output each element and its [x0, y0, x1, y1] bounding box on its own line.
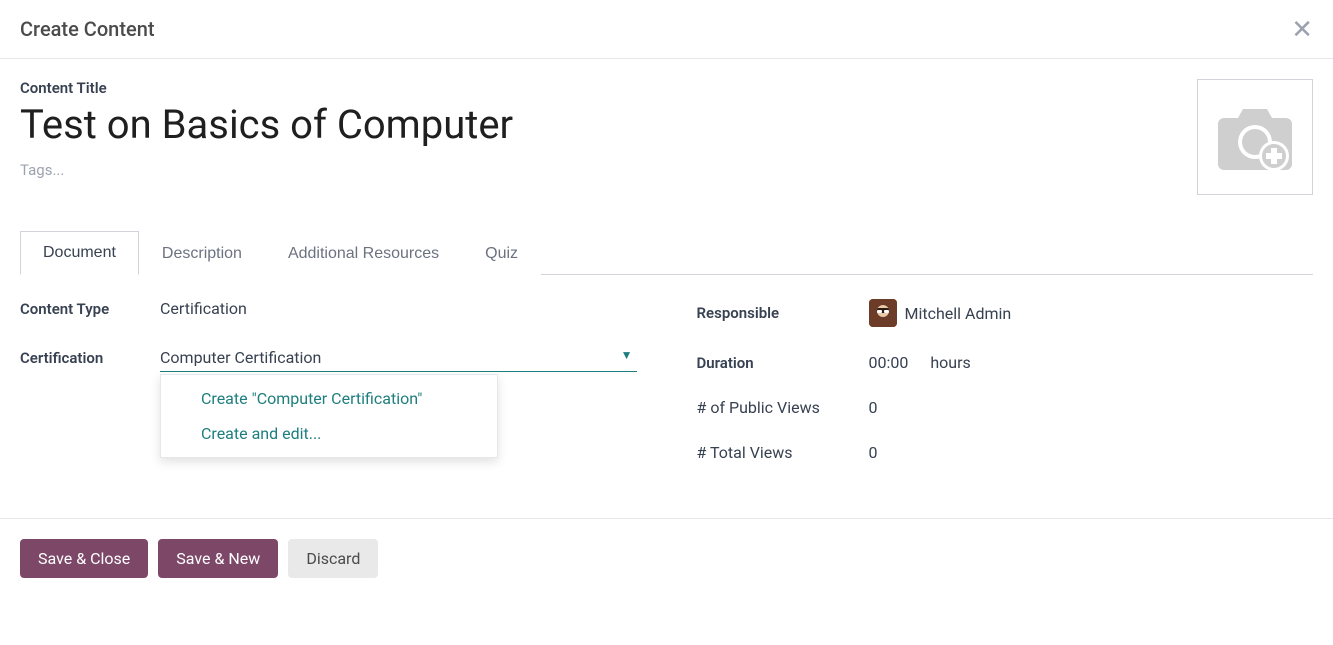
- left-column: Content Type Certification Certification…: [20, 299, 637, 488]
- top-row: Content Title Test on Basics of Computer…: [20, 79, 1313, 195]
- public-views-value: 0: [869, 398, 878, 417]
- content-type-label: Content Type: [20, 300, 160, 318]
- modal-body: Content Title Test on Basics of Computer…: [0, 59, 1333, 508]
- image-upload[interactable]: [1197, 79, 1313, 195]
- tab-quiz[interactable]: Quiz: [462, 231, 541, 275]
- save-new-button[interactable]: Save & New: [158, 539, 278, 578]
- dropdown-create[interactable]: Create "Computer Certification": [161, 381, 497, 416]
- responsible-row: Responsible Mitchell Admin: [697, 299, 1314, 327]
- tags-input[interactable]: Tags...: [20, 161, 1197, 179]
- modal-header: Create Content ✕: [0, 0, 1333, 59]
- total-views-row: # Total Views 0: [697, 443, 1314, 462]
- certification-input-wrap: ▼ Create "Computer Certification" Create…: [160, 344, 637, 372]
- certification-input[interactable]: [160, 344, 637, 372]
- content-title-value[interactable]: Test on Basics of Computer: [20, 101, 1197, 149]
- title-block: Content Title Test on Basics of Computer…: [20, 79, 1197, 179]
- duration-row: Duration 00:00 hours: [697, 353, 1314, 372]
- content-type-row: Content Type Certification: [20, 299, 637, 318]
- duration-value[interactable]: 00:00: [869, 353, 909, 372]
- dropdown-create-edit[interactable]: Create and edit...: [161, 416, 497, 451]
- content-type-value[interactable]: Certification: [160, 299, 247, 318]
- responsible-label: Responsible: [697, 304, 869, 322]
- tab-document[interactable]: Document: [20, 231, 139, 275]
- tab-description[interactable]: Description: [139, 231, 265, 275]
- responsible-value: Mitchell Admin: [905, 304, 1012, 323]
- close-button[interactable]: ✕: [1291, 16, 1313, 42]
- tab-additional-resources[interactable]: Additional Resources: [265, 231, 462, 275]
- certification-label: Certification: [20, 349, 160, 367]
- discard-button[interactable]: Discard: [288, 539, 378, 578]
- right-column: Responsible Mitchell Admin: [697, 299, 1314, 488]
- save-close-button[interactable]: Save & Close: [20, 539, 148, 578]
- modal-footer: Save & Close Save & New Discard: [0, 518, 1333, 598]
- certification-row: Certification ▼ Create "Computer Certifi…: [20, 344, 637, 372]
- avatar: [869, 299, 897, 327]
- duration-label: Duration: [697, 354, 869, 372]
- content-title-label: Content Title: [20, 79, 1197, 97]
- camera-add-icon: [1214, 102, 1296, 172]
- responsible-value-wrap[interactable]: Mitchell Admin: [869, 299, 1012, 327]
- tabs: Document Description Additional Resource…: [20, 231, 1313, 275]
- duration-unit: hours: [930, 353, 970, 372]
- total-views-label: # Total Views: [697, 443, 869, 462]
- avatar-icon: [869, 299, 897, 327]
- form-grid: Content Type Certification Certification…: [20, 275, 1313, 488]
- close-icon: ✕: [1291, 14, 1313, 44]
- public-views-row: # of Public Views 0: [697, 398, 1314, 417]
- total-views-value: 0: [869, 443, 878, 462]
- modal-title: Create Content: [20, 17, 154, 41]
- public-views-label: # of Public Views: [697, 398, 869, 417]
- certification-dropdown: Create "Computer Certification" Create a…: [160, 374, 498, 458]
